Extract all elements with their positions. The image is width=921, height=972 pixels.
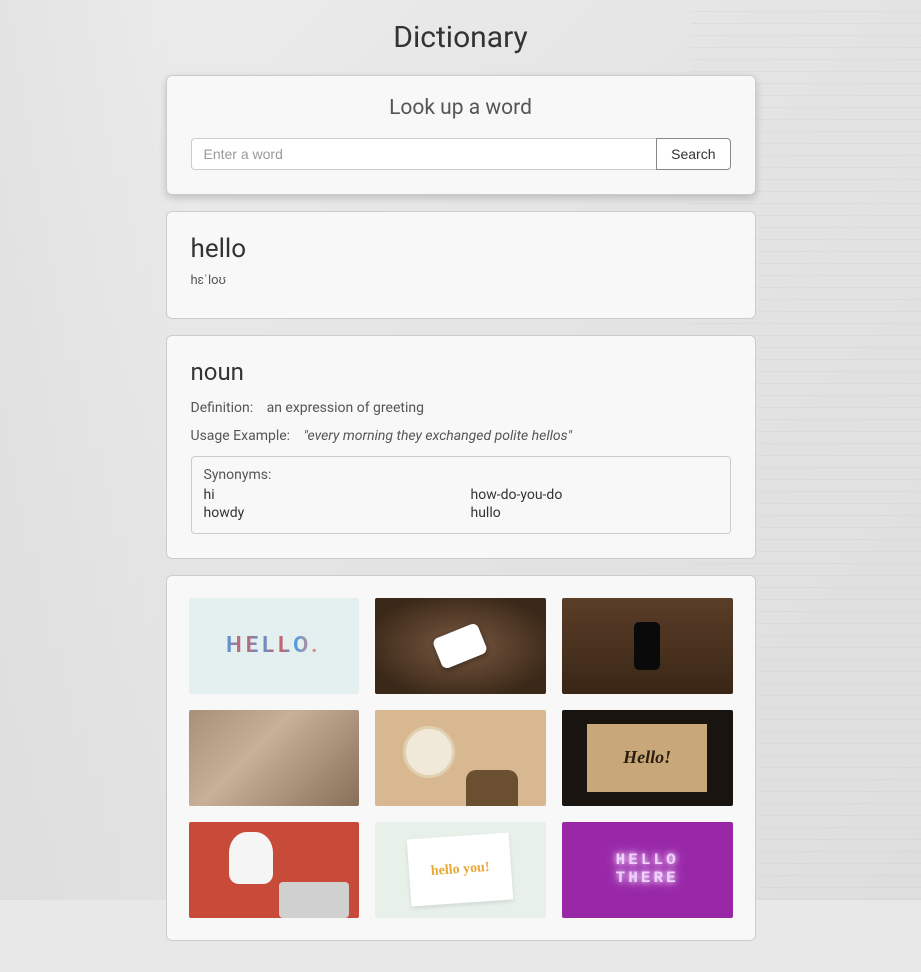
search-card: Look up a word Search bbox=[166, 75, 756, 195]
images-grid: HELLO THERE bbox=[189, 598, 733, 918]
image-tile bbox=[375, 710, 546, 806]
synonyms-grid: hi how-do-you-do howdy hullo bbox=[204, 487, 718, 521]
example-line: Usage Example: "every morning they excha… bbox=[191, 428, 731, 444]
image-tile bbox=[375, 598, 546, 694]
page-title: Dictionary bbox=[166, 20, 756, 55]
image-tile bbox=[562, 710, 733, 806]
definition-card: noun Definition: an expression of greeti… bbox=[166, 335, 756, 559]
synonym-item: how-do-you-do bbox=[471, 487, 718, 503]
search-button[interactable]: Search bbox=[656, 138, 730, 170]
example-text: "every morning they exchanged polite hel… bbox=[304, 428, 572, 444]
synonym-item: hi bbox=[204, 487, 451, 503]
image-tile bbox=[189, 710, 360, 806]
word-card: hello hɛˈloʊ bbox=[166, 211, 756, 319]
synonyms-label: Synonyms: bbox=[204, 467, 718, 483]
definition-label: Definition: bbox=[191, 400, 254, 416]
search-row: Search bbox=[191, 138, 731, 170]
image-tile bbox=[189, 822, 360, 918]
neon-text: HELLO THERE bbox=[616, 852, 679, 887]
image-tile bbox=[375, 822, 546, 918]
images-card: HELLO THERE bbox=[166, 575, 756, 941]
image-tile: HELLO THERE bbox=[562, 822, 733, 918]
part-of-speech: noun bbox=[191, 358, 731, 386]
search-input[interactable] bbox=[191, 138, 657, 170]
example-label: Usage Example: bbox=[191, 428, 291, 444]
synonym-item: hullo bbox=[471, 505, 718, 521]
image-tile bbox=[189, 598, 360, 694]
synonyms-box: Synonyms: hi how-do-you-do howdy hullo bbox=[191, 456, 731, 534]
definition-text: an expression of greeting bbox=[267, 400, 424, 416]
definition-line: Definition: an expression of greeting bbox=[191, 400, 731, 416]
phonetic: hɛˈloʊ bbox=[191, 272, 731, 288]
search-title: Look up a word bbox=[191, 96, 731, 120]
main-container: Dictionary Look up a word Search hello h… bbox=[151, 0, 771, 972]
headword: hello bbox=[191, 234, 731, 264]
image-tile bbox=[562, 598, 733, 694]
synonym-item: howdy bbox=[204, 505, 451, 521]
